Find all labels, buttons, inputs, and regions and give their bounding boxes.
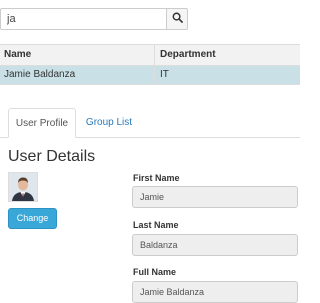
tab-user-profile[interactable]: User Profile (8, 108, 76, 138)
last-name-field[interactable]: Baldanza (132, 234, 298, 256)
grid-header: Name Department (0, 44, 300, 66)
cell-department: IT (160, 69, 169, 80)
column-header-name[interactable]: Name (0, 45, 155, 65)
change-photo-button[interactable]: Change (8, 208, 57, 229)
search-icon (172, 10, 183, 28)
users-grid: Name Department Jamie Baldanza IT (0, 44, 300, 85)
first-name-label: First Name (133, 173, 180, 183)
avatar (8, 172, 38, 202)
tab-group-list[interactable]: Group List (80, 108, 138, 137)
first-name-field[interactable]: Jamie (132, 186, 298, 208)
search-input[interactable] (0, 8, 172, 30)
full-name-label: Full Name (133, 267, 177, 277)
cell-name: Jamie Baldanza (0, 66, 155, 84)
table-row[interactable]: Jamie Baldanza IT (0, 66, 300, 85)
search-bar (0, 8, 189, 30)
search-button[interactable] (166, 8, 188, 30)
column-header-department[interactable]: Department (155, 45, 216, 65)
tab-bar: User Profile Group List (0, 108, 300, 138)
section-title: User Details (8, 148, 96, 165)
last-name-label: Last Name (133, 220, 179, 230)
